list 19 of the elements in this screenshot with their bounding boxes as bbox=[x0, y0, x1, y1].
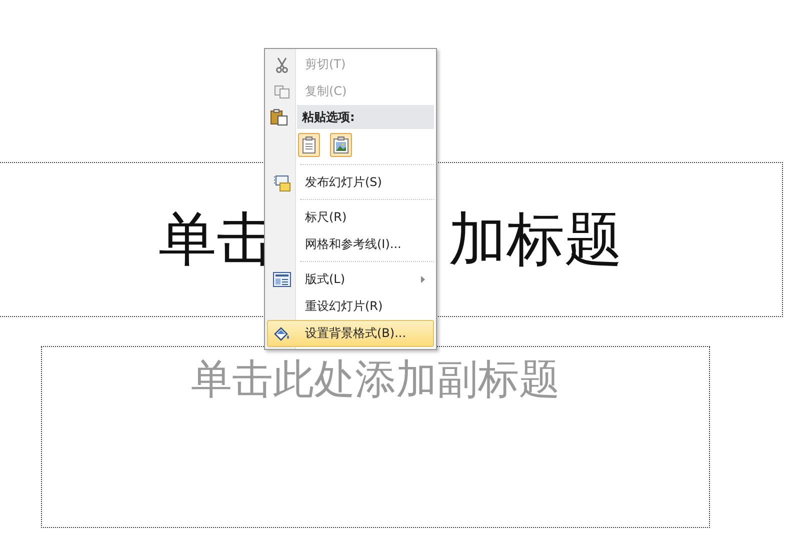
slides-icon bbox=[273, 174, 291, 192]
paint-bucket-icon bbox=[273, 326, 291, 342]
menu-item[interactable]: 设置背景格式(B)... bbox=[267, 320, 434, 347]
menu-item[interactable]: 发布幻灯片(S) bbox=[267, 169, 434, 196]
menu-item[interactable]: 标尺(R) bbox=[267, 204, 434, 231]
subtitle-text: 单击此处添加副标题 bbox=[191, 354, 560, 405]
paste-text-button[interactable] bbox=[298, 133, 320, 157]
picture-icon bbox=[333, 136, 349, 154]
menu-item[interactable]: 重设幻灯片(R) bbox=[267, 293, 434, 320]
layout-icon bbox=[273, 272, 291, 287]
copy-icon bbox=[274, 84, 290, 98]
paste-picture-button[interactable] bbox=[330, 133, 352, 157]
clipboard-icon bbox=[270, 109, 288, 126]
menu-section-header: 粘贴选项: bbox=[297, 105, 434, 129]
menu-item[interactable]: 版式(L) bbox=[267, 266, 434, 293]
scissors-icon bbox=[275, 56, 289, 72]
title-text: 加标题 bbox=[448, 204, 622, 274]
menu-item[interactable]: 网格和参考线(I)... bbox=[267, 231, 434, 258]
document-icon bbox=[302, 136, 316, 154]
